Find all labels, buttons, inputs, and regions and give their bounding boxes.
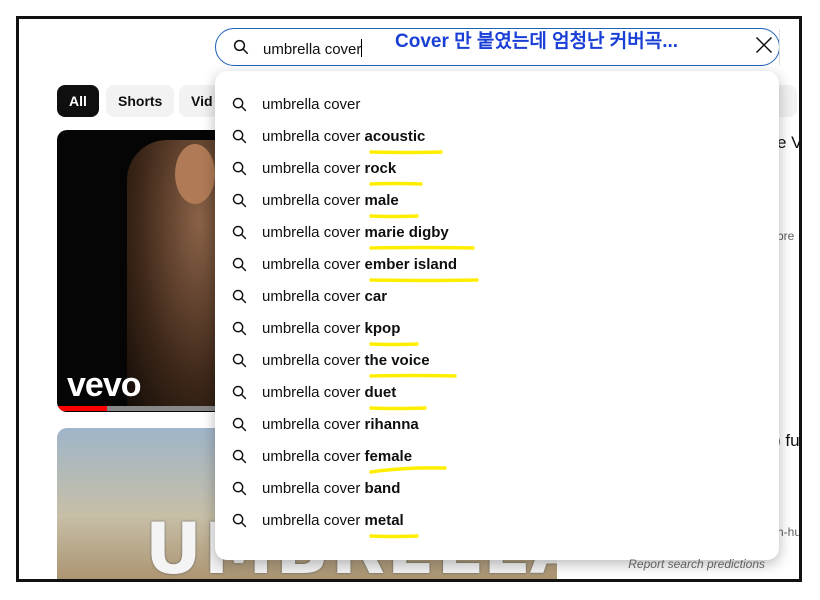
suggestion-base: umbrella cover — [262, 160, 361, 177]
page: umbrella cover Cover 만 붙였는데 엄청난 커버곡... A… — [19, 19, 799, 579]
search-icon — [232, 417, 247, 432]
chip-all[interactable]: All — [57, 85, 99, 117]
suggestion-text: umbrella cover rock — [262, 160, 396, 177]
suggestion-item[interactable]: umbrella cover metal — [215, 505, 779, 537]
search-divider — [779, 29, 780, 65]
suggestion-text: umbrella cover metal — [262, 512, 404, 529]
search-input[interactable]: umbrella cover — [263, 39, 363, 58]
search-query: umbrella cover — [263, 41, 362, 58]
suggestion-text: umbrella cover — [262, 96, 360, 113]
suggestion-item[interactable]: umbrella cover the voice — [215, 345, 779, 377]
suggestion-text: umbrella cover ember island — [262, 256, 457, 273]
report-predictions-link[interactable]: Report search predictions — [628, 557, 765, 571]
suggestion-text: umbrella cover marie digby — [262, 224, 449, 241]
chip-videos[interactable]: Vid — [179, 85, 219, 117]
watch-progress-bar — [57, 406, 217, 411]
suggestion-text: umbrella cover the voice — [262, 352, 430, 369]
suggestion-text: umbrella cover kpop — [262, 320, 400, 337]
suggestion-item[interactable]: umbrella cover ember island — [215, 249, 779, 281]
search-icon — [232, 289, 247, 304]
suggestion-suffix: band — [360, 480, 401, 497]
search-icon — [232, 385, 247, 400]
suggestion-item[interactable]: umbrella cover band — [215, 473, 779, 505]
search-icon — [233, 39, 249, 55]
suggestion-base: umbrella cover — [262, 480, 361, 497]
search-icon — [232, 161, 247, 176]
suggestion-base: umbrella cover — [262, 352, 361, 369]
search-icon — [232, 321, 247, 336]
search-icon — [232, 193, 247, 208]
search-icon — [232, 513, 247, 528]
suggestion-item[interactable]: umbrella cover rihanna — [215, 409, 779, 441]
suggestion-base: umbrella cover — [262, 288, 361, 305]
suggestion-suffix: rihanna — [360, 416, 419, 433]
suggestion-suffix: ember island — [360, 256, 458, 273]
thumbnail-ear — [175, 144, 215, 204]
suggestion-item[interactable]: umbrella cover marie digby — [215, 217, 779, 249]
suggestion-text: umbrella cover rihanna — [262, 416, 419, 433]
video-thumbnail-1[interactable]: vevo — [57, 130, 217, 412]
screenshot-frame: umbrella cover Cover 만 붙였는데 엄청난 커버곡... A… — [16, 16, 802, 582]
overlay-caption: Cover 만 붙였는데 엄청난 커버곡... — [395, 31, 679, 52]
suggestion-suffix: the voice — [360, 352, 430, 369]
suggestion-base: umbrella cover — [262, 192, 361, 209]
suggestion-suffix: duet — [360, 384, 397, 401]
search-icon — [232, 225, 247, 240]
suggestion-base: umbrella cover — [262, 416, 361, 433]
search-icon — [232, 449, 247, 464]
suggestion-base: umbrella cover — [262, 448, 361, 465]
suggestion-suffix: metal — [360, 512, 404, 529]
suggestion-suffix: marie digby — [360, 224, 449, 241]
search-icon — [232, 257, 247, 272]
suggestion-base: umbrella cover — [262, 128, 361, 145]
suggestion-item[interactable]: umbrella cover female — [215, 441, 779, 473]
suggestion-base: umbrella cover — [262, 384, 361, 401]
suggestion-item[interactable]: umbrella cover duet — [215, 377, 779, 409]
suggestion-suffix: male — [360, 192, 399, 209]
suggestion-base: umbrella cover — [262, 512, 361, 529]
suggestion-suffix: rock — [360, 160, 397, 177]
suggestion-base: umbrella cover — [262, 320, 361, 337]
suggestion-suffix: female — [360, 448, 413, 465]
close-icon[interactable] — [754, 35, 774, 55]
suggestion-text: umbrella cover female — [262, 448, 412, 465]
suggestion-text: umbrella cover car — [262, 288, 387, 305]
suggestion-text: umbrella cover male — [262, 192, 399, 209]
suggestion-item[interactable]: umbrella cover acoustic — [215, 121, 779, 153]
text-caret — [361, 39, 363, 57]
suggestion-suffix: car — [360, 288, 388, 305]
search-icon — [232, 129, 247, 144]
suggestion-item[interactable]: umbrella cover — [215, 89, 779, 121]
suggestion-item[interactable]: umbrella cover kpop — [215, 313, 779, 345]
suggestion-base: umbrella cover — [262, 224, 361, 241]
suggestion-text: umbrella cover duet — [262, 384, 396, 401]
suggestion-suffix: kpop — [360, 320, 401, 337]
chip-shorts[interactable]: Shorts — [106, 85, 175, 117]
suggestion-base: umbrella cover — [262, 256, 361, 273]
suggestion-item[interactable]: umbrella cover male — [215, 185, 779, 217]
suggestion-item[interactable]: umbrella cover rock — [215, 153, 779, 185]
video-title-fragment-1[interactable]: e V — [777, 133, 799, 153]
search-icon — [232, 97, 247, 112]
vevo-logo: vevo — [67, 366, 141, 404]
search-icon — [232, 481, 247, 496]
suggestion-base: umbrella cover — [262, 96, 361, 113]
suggestion-item[interactable]: umbrella cover car — [215, 281, 779, 313]
suggestion-text: umbrella cover band — [262, 480, 400, 497]
suggestion-text: umbrella cover acoustic — [262, 128, 425, 145]
search-icon — [232, 353, 247, 368]
watch-progress-fill — [57, 406, 107, 411]
channel-fragment-2: h-hu — [777, 525, 802, 539]
suggestion-suffix: acoustic — [360, 128, 426, 145]
channel-fragment-1: bre — [777, 229, 795, 243]
suggestions-dropdown: Report search predictions umbrella cover… — [215, 71, 779, 571]
